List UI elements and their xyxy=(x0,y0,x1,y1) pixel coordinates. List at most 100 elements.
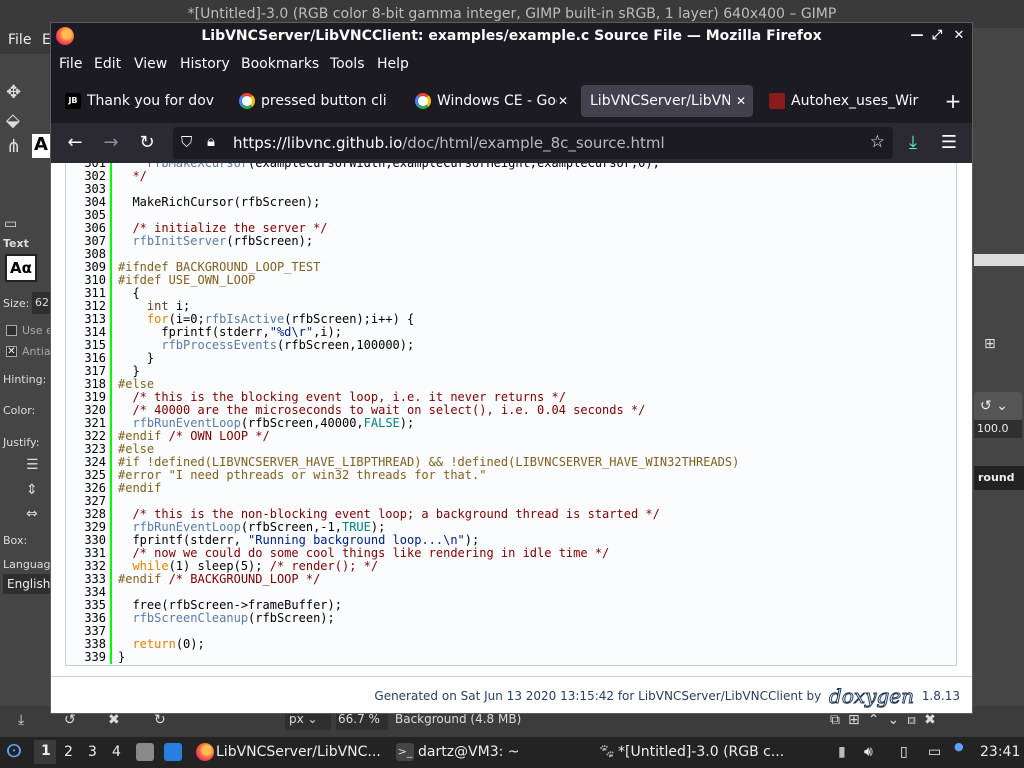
grid-icon[interactable]: ⊞ xyxy=(984,336,996,352)
bookmark-star-icon[interactable]: ☆ xyxy=(870,132,885,152)
code-text: /* this is the blocking event loop, i.e.… xyxy=(118,390,566,404)
size-label: Size: xyxy=(3,297,30,310)
menu-history[interactable]: History xyxy=(180,56,230,72)
lock-icon[interactable]: 🔒︎ xyxy=(207,132,215,150)
taskbar-terminal[interactable]: dartz@VM3: ~ xyxy=(418,744,520,760)
restore-icon[interactable]: ↻ xyxy=(154,712,166,728)
path-tool-icon[interactable]: ⋔ xyxy=(6,136,21,157)
code-line: 301 rfbMakeXCursor(exampleCursorWidth,ex… xyxy=(66,163,956,170)
forward-button[interactable]: → xyxy=(97,129,125,157)
tab-libvnc[interactable]: LibVNCServer/LibVNC ✕ xyxy=(581,85,753,117)
workspace-4[interactable]: 4 xyxy=(112,744,121,760)
menu-help[interactable]: Help xyxy=(377,56,409,72)
taskbar-gimp[interactable]: *[Untitled]-3.0 (RGB c... xyxy=(618,744,784,760)
tab-windows-ce[interactable]: Windows CE - Goo ✕ xyxy=(405,85,575,117)
layer-actions-icon[interactable]: ⧉⊞⌃⌄⧈✖ xyxy=(830,712,944,728)
reset-icon[interactable]: ↺ xyxy=(64,712,76,728)
workspace-3[interactable]: 3 xyxy=(88,744,97,760)
tab-close-icon[interactable]: ✕ xyxy=(555,85,571,117)
code-text: } xyxy=(118,351,155,365)
google-icon xyxy=(415,93,431,109)
code-line: 315 rfbProcessEvents(rfbScreen,100000); xyxy=(66,339,956,352)
minimize-icon[interactable]: — xyxy=(907,23,927,49)
export-icon[interactable]: ⤓ xyxy=(18,712,24,728)
font-preview[interactable]: Aα xyxy=(5,254,37,282)
gimp-dock: ⊞ ↺ ⌄ 100.0 round xyxy=(972,54,1024,706)
app-menu-icon[interactable]: ☰ xyxy=(935,129,963,157)
tray-battery-icon[interactable]: ▮ xyxy=(838,744,846,760)
code-text: #ifdef USE_OWN_LOOP xyxy=(118,273,256,287)
code-text: int i; xyxy=(146,299,191,313)
code-text: /* 40000 are the microseconds to wait on… xyxy=(118,403,646,417)
layer-info: Background (4.8 MB) xyxy=(395,712,522,726)
code-line: 336 rfbScreenCleanup(rfbScreen); xyxy=(66,612,956,625)
tool-options-icon[interactable]: ▭ xyxy=(4,216,17,232)
firefox-logo-icon xyxy=(56,27,74,45)
menu-file[interactable]: File xyxy=(59,56,82,72)
fg-bg-color-strip xyxy=(974,254,1024,266)
show-desktop-icon[interactable] xyxy=(164,743,182,761)
tracking-protection-icon[interactable]: ⛉ xyxy=(181,133,192,151)
code-text: /* initialize the server */ xyxy=(118,221,328,235)
line-spacing-icon[interactable]: ⇕ xyxy=(26,482,38,498)
menu-view[interactable]: View xyxy=(134,56,167,72)
gimp-menu-file[interactable]: File xyxy=(8,32,31,48)
firefox-titlebar: LibVNCServer/LibVNCClient: examples/exam… xyxy=(51,23,972,49)
move-tool-icon[interactable]: ✥ xyxy=(6,82,21,103)
line-number[interactable]: 339 xyxy=(66,651,112,664)
window-title: LibVNCServer/LibVNCClient: examples/exam… xyxy=(201,28,822,44)
justify-left-icon[interactable]: ☰ xyxy=(26,457,39,473)
code-text: } xyxy=(118,650,126,664)
undo-history-icon[interactable]: ↺ ⌄ xyxy=(974,392,1022,420)
code-line: 322 #endif /* OWN LOOP */ xyxy=(66,430,956,443)
code-text: while(1) sleep(5); /* render(); */ xyxy=(132,559,379,573)
opacity-input[interactable]: 100.0 xyxy=(974,420,1022,438)
reload-button[interactable]: ↻ xyxy=(133,129,161,157)
workspace-1[interactable]: 1 xyxy=(34,740,56,764)
tab-close-icon[interactable]: ✕ xyxy=(733,85,749,117)
menu-edit[interactable]: Edit xyxy=(94,56,121,72)
doxygen-logo[interactable]: doxygen xyxy=(829,685,915,708)
language-input[interactable]: English xyxy=(3,574,50,594)
downloads-icon[interactable]: ⤓ xyxy=(899,129,927,157)
letter-spacing-icon[interactable]: ⇔ xyxy=(26,506,38,522)
code-line: 326 #endif xyxy=(66,482,956,495)
code-line: 317 } xyxy=(66,365,956,378)
menu-bookmarks[interactable]: Bookmarks xyxy=(241,56,319,72)
use-editor-checkbox[interactable] xyxy=(6,325,17,336)
workspace-2[interactable]: 2 xyxy=(64,744,73,760)
code-text: for(i=0;rfbIsActive(rfbScreen);i++) { xyxy=(146,312,415,326)
back-button[interactable]: ← xyxy=(61,129,89,157)
close-icon[interactable]: ✕ xyxy=(949,23,969,49)
taskbar-firefox[interactable]: LibVNCServer/LibVNC... xyxy=(216,744,381,760)
size-input[interactable]: 62 xyxy=(32,292,50,314)
code-text: #else xyxy=(118,442,155,456)
layer-item[interactable]: round xyxy=(974,466,1024,490)
menu-tools[interactable]: Tools xyxy=(330,56,365,72)
tab-thank-you[interactable]: JB Thank you for dov xyxy=(55,85,223,117)
network-icon[interactable]: ▭ xyxy=(928,744,941,760)
paint-bucket-icon[interactable]: ⬙ xyxy=(6,110,20,131)
tab-autohex[interactable]: Autohex_uses_Wir xyxy=(759,85,929,117)
new-tab-button[interactable]: + xyxy=(939,85,967,117)
volume-icon[interactable]: 🔊︎ xyxy=(864,744,873,760)
url-bar[interactable]: ⛉ 🔒︎ https://libvnc.github.io/doc/html/e… xyxy=(173,127,893,159)
tab-pressed-button[interactable]: pressed button cli xyxy=(229,85,399,117)
delete-icon[interactable]: ✖ xyxy=(108,712,120,728)
footer-separator xyxy=(51,676,972,677)
antialias-checkbox[interactable]: ✕ xyxy=(6,346,17,357)
code-text: /* this is the non-blocking event loop; … xyxy=(118,507,660,521)
code-line: 338 return(0); xyxy=(66,638,956,651)
code-line: 307 rfbInitServer(rfbScreen); xyxy=(66,235,956,248)
start-menu-icon[interactable]: ⵙ xyxy=(6,743,24,761)
file-manager-icon[interactable] xyxy=(136,743,154,761)
code-text: #endif xyxy=(118,481,162,495)
code-text: fprintf(stderr, "Running background loop… xyxy=(118,533,480,547)
code-text: #else xyxy=(118,377,155,391)
notification-icon[interactable]: ● xyxy=(954,740,964,753)
clipboard-icon[interactable]: ▯ xyxy=(900,744,908,760)
code-line: 304 MakeRichCursor(rfbScreen); xyxy=(66,196,956,209)
text-tool-icon[interactable]: A xyxy=(32,134,50,158)
maximize-icon[interactable]: ⤢ xyxy=(927,23,947,49)
box-label: Box: xyxy=(3,534,28,547)
